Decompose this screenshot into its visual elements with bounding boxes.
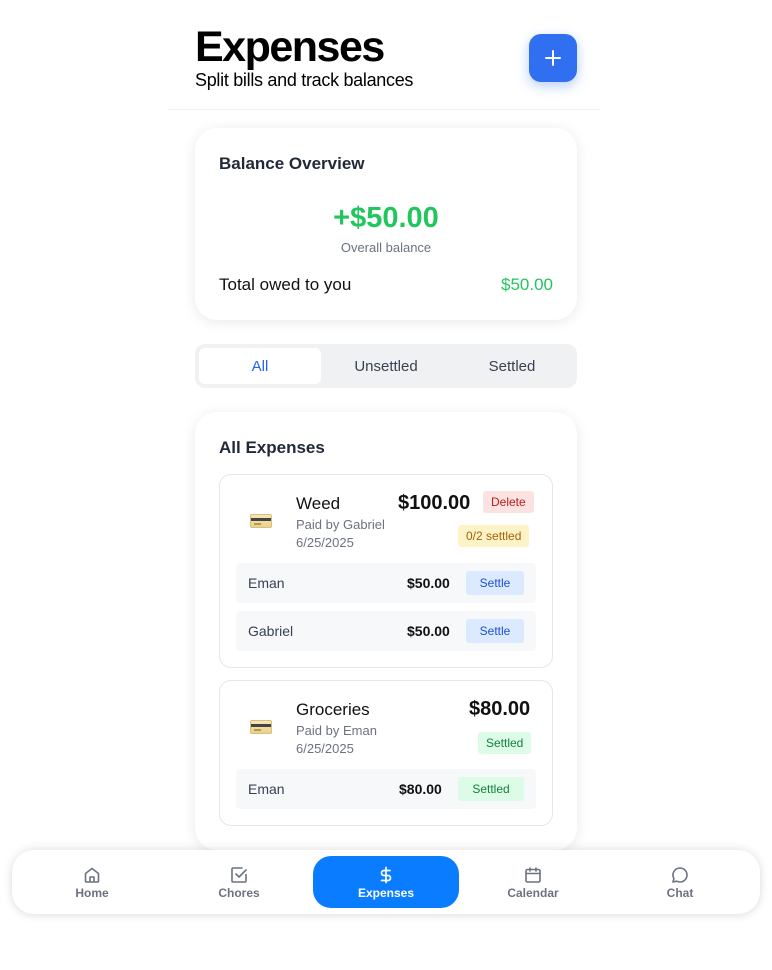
calendar-icon [524,865,542,885]
delete-button[interactable]: Delete [483,491,534,513]
split-person-name: Gabriel [248,623,294,639]
overall-balance-label: Overall balance [340,240,432,255]
expense-name: Weed [296,494,341,513]
tab-settled[interactable]: Settled [451,348,573,384]
bottom-navigation: Home Chores Expenses Calendar Chat [12,850,760,914]
nav-label: Chat [666,885,694,900]
balance-overview-title: Balance Overview [219,154,365,173]
overall-balance-amount: +$50.00 [333,202,439,234]
checkbox-icon [230,865,248,885]
nav-item-calendar[interactable]: Calendar [460,856,606,908]
split-row: Gabriel $50.00 Settle [236,611,536,651]
split-row: Eman $80.00 Settled [236,769,536,809]
add-expense-button[interactable] [529,34,577,82]
expense-item-groceries[interactable]: Groceries Paid by Eman 6/25/2025 $80.00 … [219,680,553,826]
plus-icon [545,50,561,66]
dollar-icon [377,865,395,885]
settlement-status-badge: Settled [478,732,532,754]
split-amount: $80.00 [399,781,442,797]
tab-all[interactable]: All [199,348,321,384]
expense-paid-by: Paid by Gabriel [296,517,385,532]
nav-label: Home [75,885,109,900]
expense-amount: $80.00 [469,698,531,720]
expense-amount: $100.00 [398,492,471,514]
split-person-name: Eman [248,575,285,591]
nav-item-chat[interactable]: Chat [607,856,753,908]
settle-button[interactable]: Settle [466,619,524,643]
credit-card-icon [250,514,272,528]
home-icon [83,865,101,885]
nav-item-home[interactable]: Home [19,856,165,908]
settlement-status-badge: 0/2 settled [458,525,530,547]
page-header: Expenses Split bills and track balances [168,0,600,110]
total-owed-value: $50.00 [501,275,553,294]
expense-date: 6/25/2025 [296,535,354,550]
all-expenses-card: All Expenses Weed Paid by Gabriel 6/25/2… [195,412,577,850]
expense-paid-by: Paid by Eman [296,723,377,738]
nav-label: Calendar [507,885,559,900]
nav-label: Expenses [357,885,415,900]
split-amount: $50.00 [407,575,450,591]
page-subtitle: Split bills and track balances [195,70,414,90]
split-person-name: Eman [248,781,285,797]
total-owed-label: Total owed to you [219,275,352,294]
tab-unsettled[interactable]: Unsettled [325,348,447,384]
nav-item-chores[interactable]: Chores [166,856,312,908]
nav-label: Chores [218,885,260,900]
all-expenses-title: All Expenses [219,438,325,457]
settle-button[interactable]: Settle [466,571,524,595]
chat-bubble-icon [671,865,689,885]
credit-card-icon [250,720,272,734]
expense-item-weed[interactable]: Weed Paid by Gabriel 6/25/2025 $100.00 D… [219,474,553,668]
split-row: Eman $50.00 Settle [236,563,536,603]
filter-tabs: All Unsettled Settled [195,344,577,388]
nav-item-expenses[interactable]: Expenses [313,856,459,908]
page-title: Expenses [195,23,385,71]
expense-name: Groceries [296,700,370,719]
settled-tag: Settled [458,777,524,801]
expense-date: 6/25/2025 [296,741,354,756]
balance-overview-card: Balance Overview +$50.00 Overall balance… [195,128,577,320]
split-amount: $50.00 [407,623,450,639]
